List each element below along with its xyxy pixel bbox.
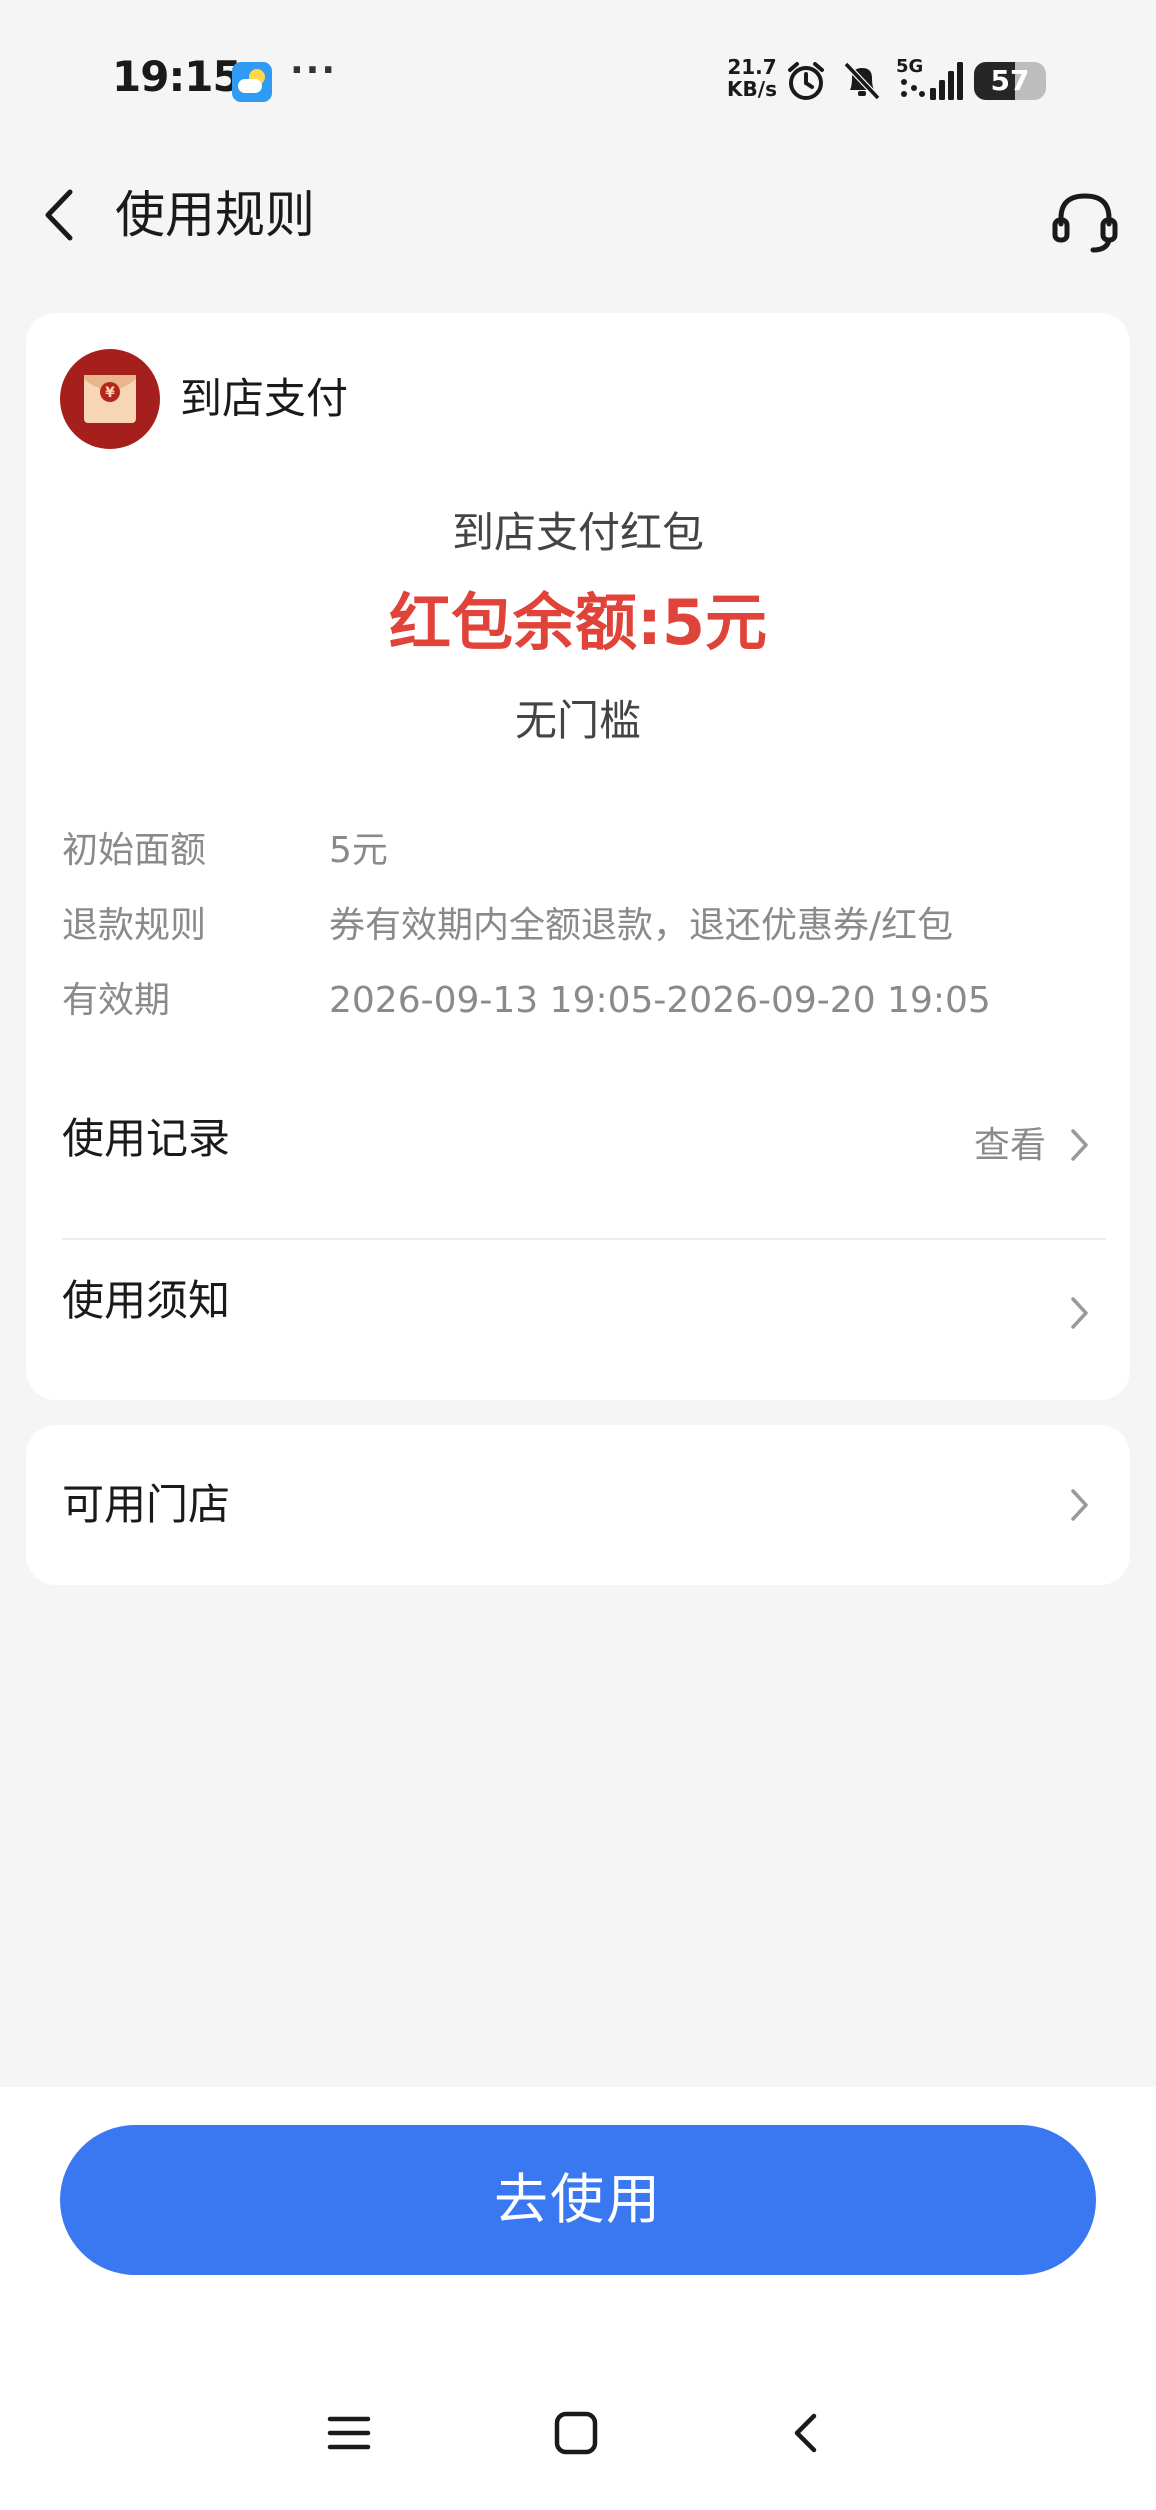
battery-level: 57 — [990, 64, 1030, 97]
coupon-threshold: 无门槛 — [514, 696, 641, 745]
detail-value: 2026-09-13 19:05-2026-09-20 19:05 — [329, 980, 991, 1021]
coupon-balance: 红包余额:5元 — [389, 586, 767, 659]
coupon-name: 到店支付红包 — [451, 508, 704, 557]
detail-value: 券有效期内全额退款，退还优惠券/红包 — [329, 905, 954, 946]
home-square-icon[interactable] — [553, 2410, 599, 2456]
menu-icon[interactable] — [326, 2410, 372, 2456]
usage-notice-row[interactable]: 使用须知 — [26, 1243, 1130, 1393]
use-now-button[interactable]: 去使用 — [60, 2125, 1096, 2275]
status-bar: 19:15 ··· 21.7 KB/s 5G 57 — [0, 0, 1156, 150]
chevron-left-icon — [45, 189, 73, 241]
status-time: 19:15 — [112, 52, 242, 101]
detail-label: 有效期 — [62, 980, 171, 1021]
detail-label: 初始面额 — [62, 830, 207, 871]
usage-record-row[interactable]: 使用记录 查看 — [26, 1073, 1130, 1223]
chevron-right-icon — [1071, 1297, 1088, 1329]
signal-icon — [930, 62, 963, 100]
network-speed: 21.7 KB/s — [727, 55, 777, 101]
page-title: 使用规则 — [115, 186, 315, 244]
back-chevron-icon[interactable] — [784, 2410, 830, 2456]
view-link[interactable]: 查看 — [974, 1121, 1046, 1171]
available-stores-row[interactable]: 可用门店 — [26, 1425, 1130, 1585]
available-stores-title: 可用门店 — [62, 1480, 231, 1529]
weather-icon — [232, 62, 272, 102]
data-arrows-icon — [901, 79, 925, 97]
headset-icon — [1052, 193, 1118, 253]
network-type: 5G — [896, 56, 924, 77]
chevron-right-icon — [1071, 1129, 1088, 1161]
coupon-card: ¥ 到店支付 到店支付红包 红包余额:5元 无门槛 初始面额 5元 退款规则 券… — [26, 313, 1130, 1400]
alarm-icon — [788, 62, 824, 100]
battery-icon: 57 — [974, 62, 1046, 100]
svg-text:¥: ¥ — [105, 385, 115, 401]
screen: 19:15 ··· 21.7 KB/s 5G 57 使用规则 ¥ 到店支付 到店… — [0, 0, 1156, 2510]
merchant-name: 到店支付 — [180, 374, 349, 423]
usage-notice-title: 使用须知 — [62, 1276, 231, 1325]
more-notifications-icon: ··· — [290, 50, 338, 91]
mute-bell-icon — [843, 61, 881, 101]
page-header: 使用规则 — [0, 150, 1156, 280]
detail-label: 退款规则 — [62, 905, 207, 946]
usage-record-title: 使用记录 — [62, 1114, 231, 1163]
back-button[interactable] — [30, 180, 100, 250]
divider — [62, 1238, 1106, 1240]
chevron-right-icon — [1071, 1489, 1088, 1521]
red-envelope-logo-icon: ¥ — [60, 349, 160, 449]
detail-value: 5元 — [329, 830, 388, 871]
customer-service-button[interactable] — [1045, 180, 1125, 260]
